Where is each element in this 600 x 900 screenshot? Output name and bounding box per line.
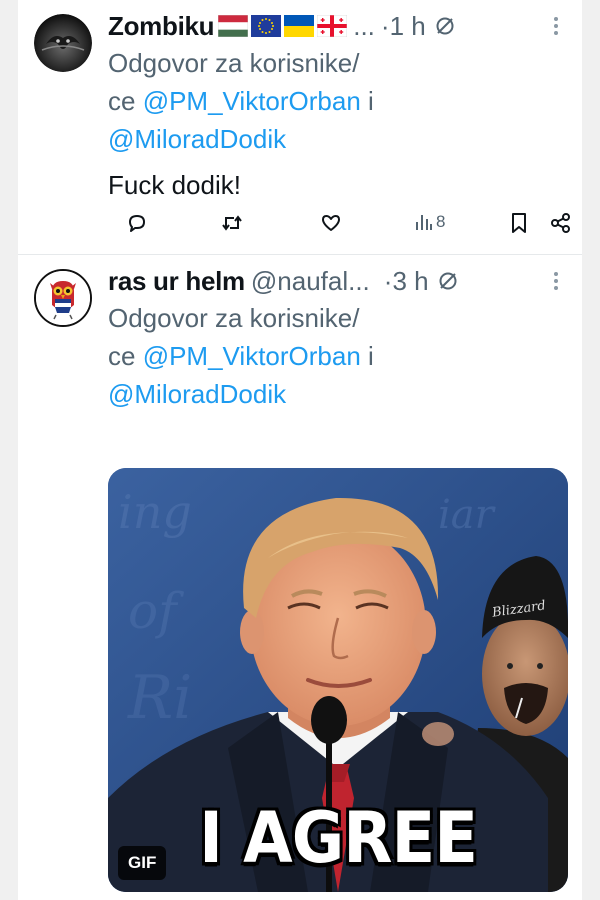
flag-emojis (218, 15, 348, 37)
joiner: i (368, 341, 374, 371)
tweet-header: Zombiku ... ·1 h (108, 8, 568, 44)
joiner: i (368, 86, 374, 116)
eu-flag-icon (251, 15, 282, 37)
share-icon (551, 213, 570, 233)
mention-milorad-dodik[interactable]: @MiloradDodik (108, 124, 286, 154)
reply-button[interactable] (126, 212, 148, 234)
bookmark-icon (512, 213, 526, 233)
muted-icon (436, 17, 454, 35)
gif-caption: I AGREE (199, 798, 478, 880)
display-name[interactable]: Zombiku (108, 11, 215, 42)
svg-text:iar: iar (438, 492, 497, 538)
action-bar: 8 (108, 212, 578, 246)
like-button[interactable] (320, 212, 342, 234)
muted-icon (439, 272, 457, 290)
views-icon (416, 215, 432, 230)
reply-context: Odgovor za korisnike/ ce @PM_ViktorOrban… (108, 44, 568, 158)
reply-icon (129, 215, 145, 232)
more-icon[interactable] (552, 14, 560, 38)
ukraine-flag-icon (284, 15, 315, 37)
hungary-flag-icon (218, 15, 249, 37)
retweet-button[interactable] (220, 212, 244, 234)
avatar[interactable] (34, 269, 92, 327)
gif-badge[interactable]: GIF (118, 846, 167, 880)
timestamp[interactable]: ·3 h (384, 266, 429, 297)
tweet-1[interactable]: Zombiku ... ·1 h Odgovor za korisnike/ c… (18, 0, 582, 254)
mention-viktor-orban[interactable]: @PM_ViktorOrban (143, 341, 361, 371)
gif-media[interactable]: ing iar of Ri Blizzard I AGREE GIF (108, 468, 568, 892)
timeline-panel: Zombiku ... ·1 h Odgovor za korisnike/ c… (18, 0, 582, 900)
tweet-header: ras ur helm @naufal... ·3 h (108, 263, 568, 299)
avatar[interactable] (34, 14, 92, 72)
bookmark-button[interactable] (510, 212, 528, 234)
display-name[interactable]: ras ur helm (108, 266, 245, 297)
reply-prefix-line-1: Odgovor za korisnike/ (108, 303, 360, 333)
mention-milorad-dodik[interactable]: @MiloradDodik (108, 379, 286, 409)
share-button[interactable] (550, 212, 572, 234)
handle[interactable]: @naufal... (251, 266, 370, 297)
views-count: 8 (436, 212, 446, 231)
retweet-icon (222, 215, 242, 231)
svg-text:of: of (128, 582, 184, 640)
georgia-flag-icon (317, 15, 348, 37)
like-icon (322, 215, 340, 231)
handle[interactable]: ... (353, 11, 375, 42)
timestamp[interactable]: ·1 h (381, 11, 426, 42)
reply-line-2: ce @PM_ViktorOrban i (108, 86, 374, 116)
tweet-body: Fuck dodik! (108, 170, 241, 200)
reply-line-2: ce @PM_ViktorOrban i (108, 341, 374, 371)
reply-prefix-line-1: Odgovor za korisnike/ (108, 48, 360, 78)
svg-text:ing: ing (118, 485, 192, 539)
mention-viktor-orban[interactable]: @PM_ViktorOrban (143, 86, 361, 116)
reply-context: Odgovor za korisnike/ ce @PM_ViktorOrban… (108, 299, 568, 413)
views-button[interactable]: 8 (414, 212, 445, 232)
svg-text:Ri: Ri (127, 663, 192, 733)
more-icon[interactable] (552, 269, 560, 293)
